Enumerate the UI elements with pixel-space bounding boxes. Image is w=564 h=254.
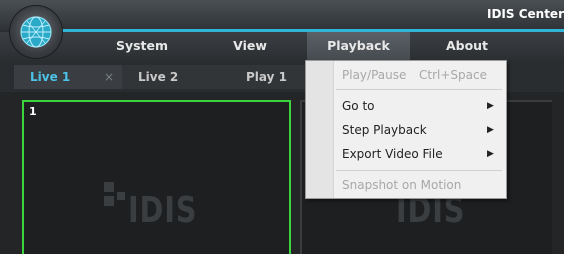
title-bar: IDIS Center (0, 0, 564, 30)
watermark-logo-block (104, 182, 114, 192)
watermark-logo-block (117, 192, 125, 200)
tab-play-1[interactable]: Play 1 (230, 65, 310, 89)
app-logo[interactable] (10, 6, 62, 58)
tab-live-2-label: Live 2 (138, 70, 179, 84)
menu-item-snapshot-on-motion: Snapshot on Motion (342, 178, 462, 192)
submenu-arrow-icon: ▶ (487, 149, 494, 159)
menu-system[interactable]: System (110, 32, 174, 60)
menu-bar: System View Playback About (0, 32, 564, 60)
menu-icon-gutter (306, 61, 334, 198)
tab-live-1-label: Live 1 (30, 70, 71, 84)
menu-item-export-video-file[interactable]: Export Video File (342, 147, 443, 161)
app-window: IDIS Center System View Playback About L… (0, 0, 564, 254)
watermark-logo-block (104, 196, 114, 206)
pane-number: 1 (29, 105, 37, 118)
menu-item-step-playback[interactable]: Step Playback (342, 123, 427, 137)
submenu-arrow-icon: ▶ (487, 125, 494, 135)
tab-live-2[interactable]: Live 2 (122, 65, 232, 89)
menu-item-play-pause-shortcut: Ctrl+Space (419, 68, 487, 82)
submenu-arrow-icon: ▶ (487, 101, 494, 111)
watermark-text: IDIS (128, 190, 198, 231)
video-pane-1[interactable]: 1 IDIS (22, 100, 291, 254)
playback-dropdown-menu: Play/Pause Ctrl+Space Go to ▶ Step Playb… (305, 60, 507, 199)
tab-play-1-label: Play 1 (246, 70, 287, 84)
menu-about[interactable]: About (435, 32, 499, 60)
menu-item-go-to[interactable]: Go to (342, 99, 375, 113)
menu-separator (336, 170, 502, 171)
app-title: IDIS Center (487, 7, 564, 21)
tab-live-1[interactable]: Live 1 × (14, 65, 124, 89)
menu-view[interactable]: View (222, 32, 278, 60)
menu-item-play-pause: Play/Pause (342, 68, 407, 82)
close-icon[interactable]: × (104, 65, 114, 89)
globe-icon (20, 16, 52, 48)
menu-separator (336, 89, 502, 90)
menu-playback[interactable]: Playback (307, 32, 410, 60)
